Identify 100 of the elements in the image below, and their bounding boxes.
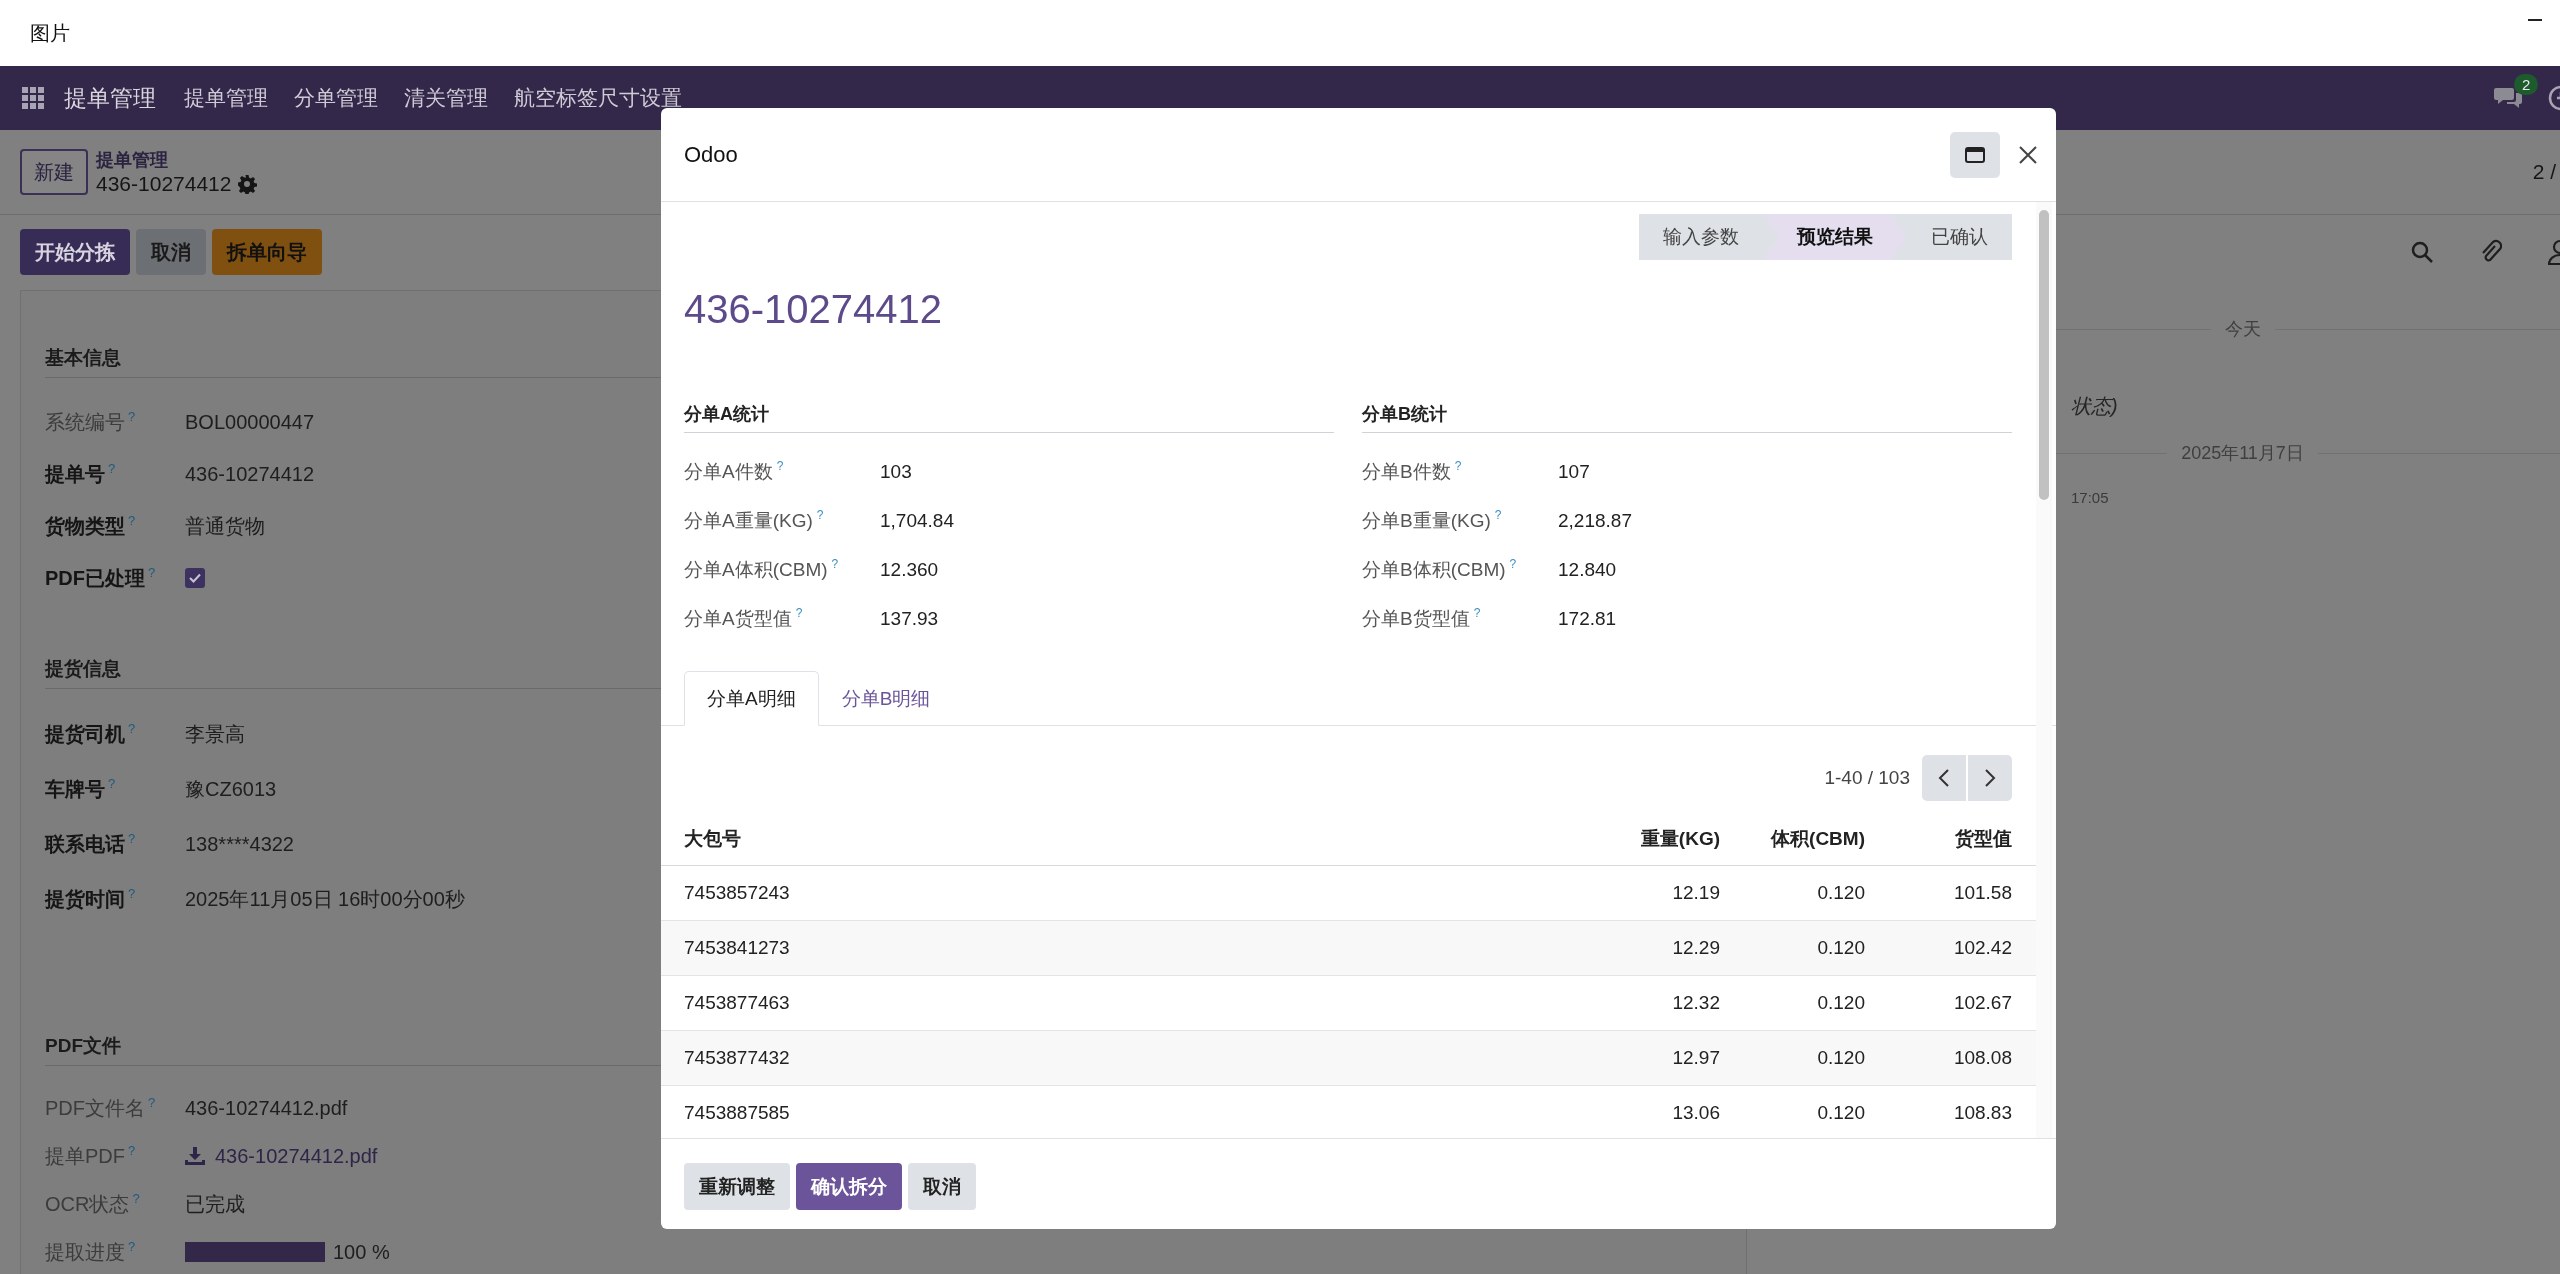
status-step[interactable]: 已确认 — [1907, 214, 2012, 260]
column-header: 货型值 — [1954, 827, 2012, 851]
table-cell-text: 12.29 — [1671, 937, 1720, 959]
date-separator: 2025年11月7日 — [2181, 442, 2304, 465]
table-cell-text: 12.19 — [1671, 882, 1720, 904]
field-label: 分单B货型值$^{?}$ — [1362, 605, 1482, 631]
field-value: 137.93 — [880, 607, 939, 630]
field-value: 1,704.84 — [880, 509, 954, 532]
table-cell-text: 7453887585 — [684, 1102, 791, 1124]
field-value: 已完成 — [185, 1191, 245, 1217]
minimize-icon[interactable] — [2528, 18, 2542, 22]
action-button[interactable]: 开始分拣 — [20, 229, 130, 275]
field-label: 系统编号$^{?}$ — [45, 408, 137, 435]
field-value: 436-10274412 — [185, 462, 314, 486]
field-label: 车牌号$^{?}$ — [45, 776, 117, 802]
table-cell-text: 108.83 — [1952, 1102, 2012, 1124]
table-cell-text: 101.58 — [1952, 882, 2012, 904]
gear-icon[interactable] — [237, 174, 258, 194]
field-value: 12.840 — [1558, 558, 1617, 581]
field-label: 分单A件数$^{?}$ — [684, 458, 785, 484]
table-cell-text: 0.120 — [1816, 882, 1865, 904]
section-title: 分单B统计 — [1362, 402, 2012, 433]
app-name[interactable]: 提单管理 — [64, 82, 156, 114]
field-label: 分单A重量(KG)$^{?}$ — [684, 507, 825, 533]
field-label: 分单B重量(KG)$^{?}$ — [1362, 507, 1503, 533]
field-value: 豫CZ6013 — [185, 777, 277, 802]
next-page-button[interactable] — [1968, 755, 2012, 801]
column-header: 大包号 — [684, 827, 742, 851]
table-cell-text: 0.120 — [1816, 1102, 1865, 1124]
field-label: 货物类型$^{?}$ — [45, 512, 137, 539]
table-cell-text: 13.06 — [1671, 1102, 1720, 1124]
field-label: PDF文件名$^{?}$ — [45, 1094, 157, 1121]
table-cell-text: 7453877463 — [684, 992, 791, 1014]
field-value: 436-10274412.pdf — [185, 1096, 348, 1120]
field-value: BOL00000447 — [185, 410, 314, 434]
table-cell-text: 102.42 — [1952, 937, 2012, 959]
status-step[interactable]: 输入参数 — [1639, 214, 1763, 260]
field-value: 李景高 — [185, 722, 245, 747]
download-icon[interactable] — [185, 1147, 205, 1165]
menu-item[interactable]: 清关管理 — [404, 84, 488, 112]
previous-page-button[interactable] — [1922, 755, 1966, 801]
app-grid-icon[interactable] — [22, 87, 44, 109]
window-title: 图片 — [30, 20, 71, 46]
message-time: 17:05 — [2071, 489, 2109, 506]
menu-item[interactable]: 提单管理 — [184, 84, 268, 112]
table-cell-text: 0.120 — [1816, 992, 1865, 1014]
field-label: 联系电话$^{?}$ — [45, 831, 137, 857]
check-icon — [189, 573, 201, 583]
table-cell-text: 7453841273 — [684, 937, 791, 959]
table-cell-text: 7453877432 — [684, 1047, 791, 1069]
record-title: 436-10274412 — [96, 172, 232, 196]
message-count-badge: 2 — [2514, 74, 2539, 95]
field-value: 2,218.87 — [1558, 509, 1632, 532]
maximize-button[interactable] — [1950, 131, 2000, 178]
section-title: 分单A统计 — [684, 402, 1334, 433]
footer-button[interactable]: 重新调整 — [684, 1163, 790, 1210]
footer-button[interactable]: 确认拆分 — [796, 1163, 902, 1210]
close-icon — [2018, 144, 2038, 165]
field-value: 138****4322 — [185, 833, 294, 856]
table-cell-text: 7453857243 — [684, 882, 791, 904]
field-value: 2025年11月05日 16时00分00秒 — [185, 887, 465, 912]
field-label: 提取进度$^{?}$ — [45, 1238, 137, 1265]
record-title: 436-10274412 — [684, 286, 944, 333]
field-value: 107 — [1558, 460, 1590, 483]
progress-value: 100 % — [333, 1240, 390, 1264]
menu-item[interactable]: 航空标签尺寸设置 — [514, 84, 682, 112]
field-value: 普通货物 — [185, 513, 265, 539]
table-cell-text: 108.08 — [1952, 1047, 2012, 1069]
field-label: 提货司机$^{?}$ — [45, 721, 137, 747]
status-step[interactable]: 预览结果 — [1763, 214, 1907, 260]
field-label: 提单号$^{?}$ — [45, 460, 117, 487]
footer-button[interactable]: 取消 — [908, 1163, 976, 1210]
date-separator: 今天 — [2224, 318, 2261, 341]
menu-item[interactable]: 分单管理 — [294, 84, 378, 112]
pager-text: 1-40 / 103 — [1824, 767, 1910, 789]
field-label: 提货时间$^{?}$ — [45, 886, 137, 912]
chat-bubbles-icon[interactable] — [2494, 86, 2522, 110]
field-label: 分单A体积(CBM)$^{?}$ — [684, 556, 840, 582]
field-value: 172.81 — [1558, 607, 1617, 630]
column-header: 体积(CBM) — [1769, 827, 1865, 851]
record-pager: 2 / — [2532, 160, 2556, 184]
breadcrumb-link[interactable]: 提单管理 — [96, 148, 258, 172]
table-cell-text: 102.67 — [1952, 992, 2012, 1014]
scrollbar[interactable] — [2039, 210, 2049, 500]
dialog-title: Odoo — [684, 141, 739, 168]
tab[interactable]: 分单A明细 — [684, 671, 819, 726]
table-cell-text: 12.97 — [1671, 1047, 1720, 1069]
table-cell-text: 0.120 — [1816, 1047, 1865, 1069]
field-label: PDF已处理$^{?}$ — [45, 564, 157, 591]
table-cell-text: 0.120 — [1816, 937, 1865, 959]
window-icon — [1965, 146, 1985, 163]
file-link[interactable]: 436-10274412.pdf — [215, 1144, 378, 1168]
column-header: 重量(KG) — [1639, 827, 1720, 851]
field-label: 分单B件数$^{?}$ — [1362, 458, 1463, 484]
new-button[interactable]: 新建 — [20, 149, 88, 195]
chevron-left-icon — [1938, 768, 1950, 788]
field-label: 分单B体积(CBM)$^{?}$ — [1362, 556, 1518, 582]
field-label: OCR状态$^{?}$ — [45, 1190, 141, 1217]
checkbox[interactable] — [185, 568, 205, 588]
search-icon[interactable] — [2410, 240, 2434, 264]
